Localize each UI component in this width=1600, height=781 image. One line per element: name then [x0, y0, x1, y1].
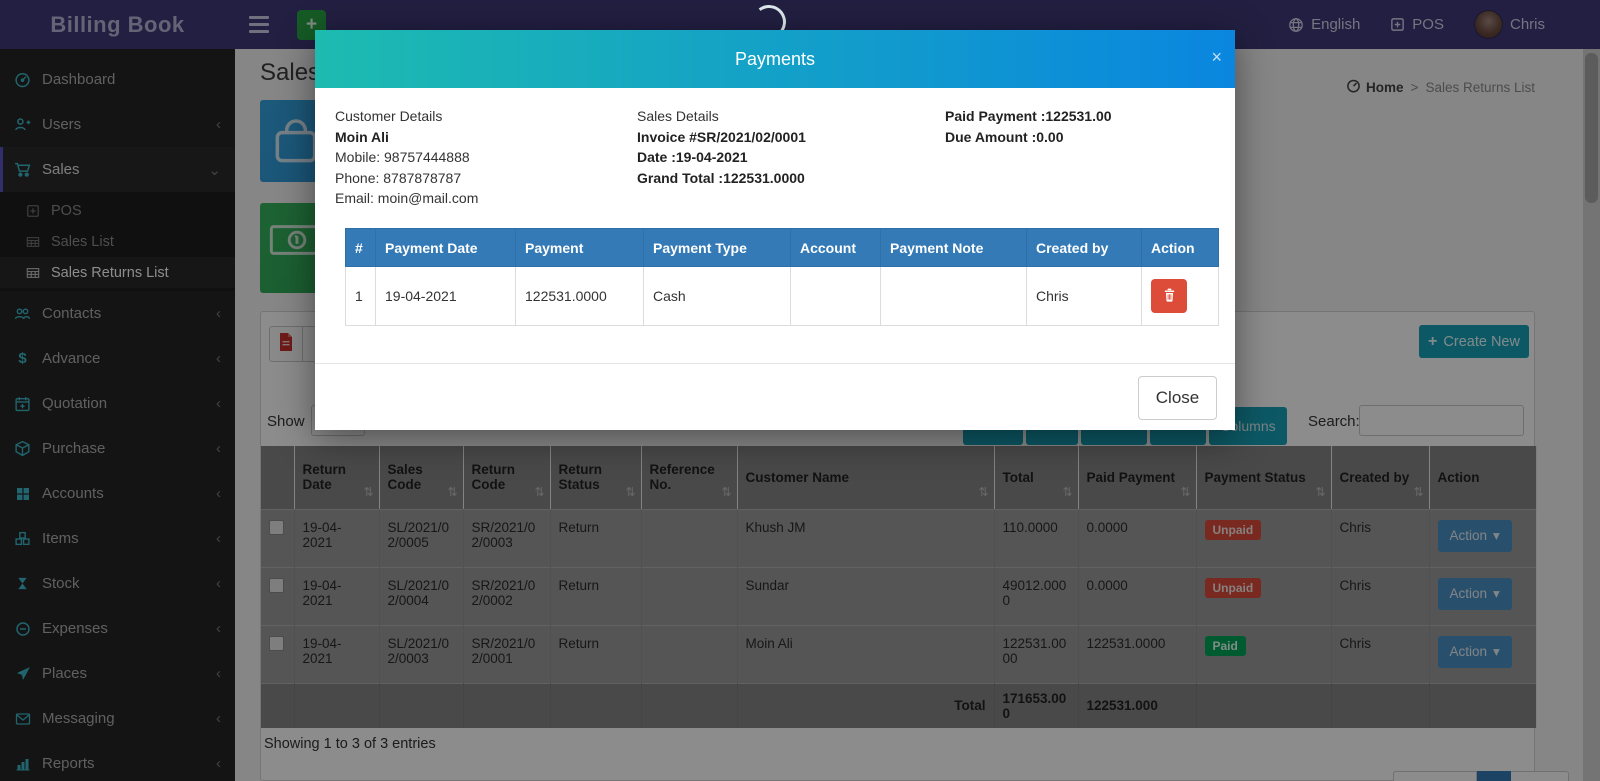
payments-modal-header: Payments × — [315, 30, 1235, 88]
customer-name: Moin Ali — [335, 127, 478, 148]
customer-phone: Phone: 8787878787 — [335, 168, 478, 189]
invoice-date: Date :19-04-2021 — [637, 147, 806, 168]
trash-icon — [1162, 287, 1177, 306]
due-amount: Due Amount :0.00 — [945, 127, 1112, 148]
customer-details-heading: Customer Details — [335, 106, 478, 127]
customer-mobile: Mobile: 98757444888 — [335, 147, 478, 168]
payments-modal-body: Customer Details Moin Ali Mobile: 987574… — [315, 88, 1235, 363]
paid-payment: Paid Payment :122531.00 — [945, 106, 1112, 127]
payment-summary: Paid Payment :122531.00 Due Amount :0.00 — [945, 106, 1112, 147]
modal-title: Payments — [735, 49, 815, 70]
delete-payment-button[interactable] — [1151, 279, 1187, 313]
payments-modal: Payments × Customer Details Moin Ali Mob… — [315, 30, 1235, 430]
grand-total: Grand Total :122531.0000 — [637, 168, 806, 189]
close-icon[interactable]: × — [1211, 48, 1222, 66]
payment-row: 1 19-04-2021 122531.0000 Cash Chris — [346, 267, 1219, 326]
customer-email: Email: moin@mail.com — [335, 188, 478, 209]
sales-details-heading: Sales Details — [637, 106, 806, 127]
close-button[interactable]: Close — [1138, 376, 1217, 420]
sales-details: Sales Details Invoice #SR/2021/02/0001 D… — [637, 106, 806, 188]
payments-table: # Payment Date Payment Payment Type Acco… — [345, 228, 1219, 326]
payments-modal-footer: Close — [315, 363, 1235, 430]
invoice-number: Invoice #SR/2021/02/0001 — [637, 127, 806, 148]
payments-header-row: # Payment Date Payment Payment Type Acco… — [346, 229, 1219, 267]
customer-details: Customer Details Moin Ali Mobile: 987574… — [335, 106, 478, 209]
